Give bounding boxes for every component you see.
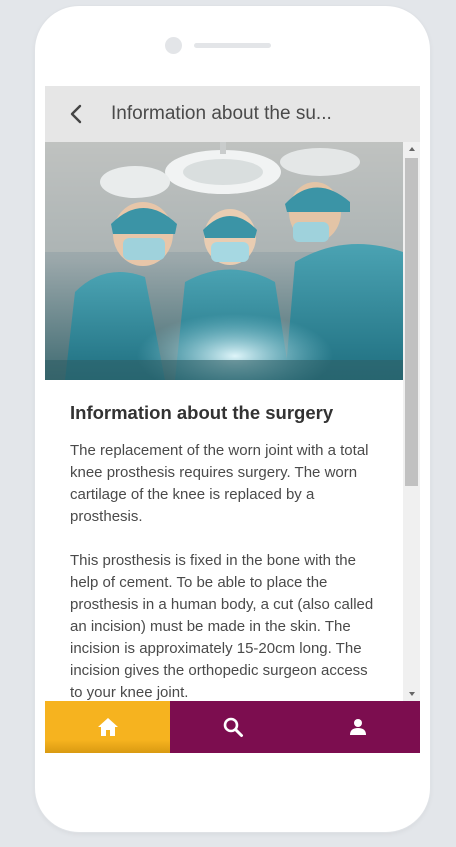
phone-speaker xyxy=(194,43,271,48)
phone-camera xyxy=(165,37,182,54)
article-paragraph: This prosthesis is fixed in the bone wit… xyxy=(70,552,374,701)
chevron-left-icon xyxy=(70,104,82,124)
article-title: Information about the surgery xyxy=(70,402,334,423)
page-title: Information about the su... xyxy=(111,103,332,124)
back-button[interactable] xyxy=(51,86,101,142)
tab-profile[interactable] xyxy=(295,701,420,753)
user-icon xyxy=(349,719,366,735)
home-icon xyxy=(97,718,118,736)
scrollbar-thumb[interactable] xyxy=(405,158,418,486)
scroll-up-button[interactable] xyxy=(403,142,420,156)
tab-search[interactable] xyxy=(170,701,295,753)
search-icon xyxy=(223,717,243,737)
tab-home[interactable] xyxy=(45,701,170,753)
bottom-tab-bar xyxy=(45,701,420,753)
caret-down-icon xyxy=(408,692,415,696)
phone-frame: Information about the su... Information … xyxy=(35,6,430,832)
app-header: Information about the su... xyxy=(45,86,420,142)
scrollbar[interactable] xyxy=(403,142,420,701)
scroll-down-button[interactable] xyxy=(403,687,420,701)
caret-up-icon xyxy=(408,147,415,151)
surgery-hero-image xyxy=(45,142,403,380)
app-screen: Information about the su... Information … xyxy=(45,86,420,753)
article-content[interactable]: Information about the surgery The replac… xyxy=(45,142,403,701)
article-paragraph: The replacement of the worn joint with a… xyxy=(70,442,369,525)
